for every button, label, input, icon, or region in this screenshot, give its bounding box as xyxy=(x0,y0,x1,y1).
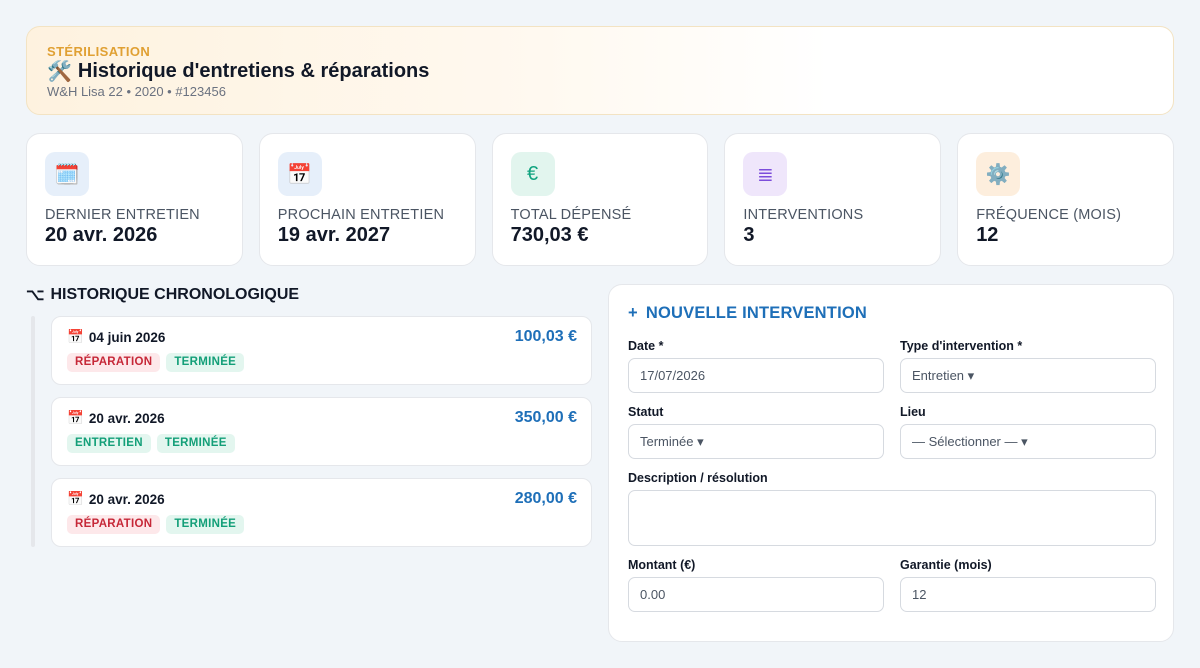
amount-label: Montant (€) xyxy=(628,558,696,572)
entry-date: 📅 20 avr. 2026 xyxy=(67,410,165,426)
kpi-label: DERNIER ENTRETIEN xyxy=(45,207,200,223)
type-label: Type d'intervention * xyxy=(900,339,1023,353)
entry-badges: ENTRETIEN TERMINÉE xyxy=(67,434,235,453)
status-badge: TERMINÉE xyxy=(156,434,235,453)
calendar-icon: 📅 xyxy=(67,410,84,425)
entry-amount: 100,03 € xyxy=(514,328,577,345)
warranty-label: Garantie (mois) xyxy=(900,558,992,572)
tools-icon: 🛠️ xyxy=(47,61,72,83)
type-badge: ENTRETIEN xyxy=(67,434,151,453)
calendar-date-icon: 📅 xyxy=(277,152,322,196)
entry-date-text: 04 juin 2026 xyxy=(88,329,166,345)
status-select[interactable]: Terminée ▾ xyxy=(628,424,884,459)
description-textarea[interactable] xyxy=(628,490,1156,546)
type-select[interactable]: Entretien ▾ xyxy=(900,358,1156,393)
kpi-card-total-spent: € TOTAL DÉPENSÉ 730,03 € xyxy=(491,133,709,266)
timeline-heading-text: HISTORIQUE CHRONOLOGIQUE xyxy=(50,286,300,303)
location-select[interactable]: — Sélectionner — ▾ xyxy=(900,424,1156,459)
kpi-value: 3 xyxy=(743,224,755,246)
kpi-value: 730,03 € xyxy=(510,224,589,246)
status-badge: TERMINÉE xyxy=(166,353,245,372)
form-title-text: NOUVELLE INTERVENTION xyxy=(645,304,868,322)
date-label: Date * xyxy=(628,339,664,353)
amount-input[interactable]: 0.00 xyxy=(628,577,884,612)
plus-icon: + xyxy=(628,304,638,322)
kpi-value: 19 avr. 2027 xyxy=(277,224,391,246)
warranty-input[interactable]: 12 xyxy=(900,577,1156,612)
device-info: W&H Lisa 22 • 2020 • #123456 xyxy=(47,84,226,99)
description-label: Description / résolution xyxy=(628,471,768,485)
entry-badges: RÉPARATION TERMINÉE xyxy=(67,515,245,534)
kpi-value: 12 xyxy=(976,224,999,246)
kpi-label: FRÉQUENCE (MOIS) xyxy=(976,207,1122,223)
euro-icon: € xyxy=(510,152,555,196)
entry-amount: 350,00 € xyxy=(514,409,577,426)
kpi-label: TOTAL DÉPENSÉ xyxy=(510,207,632,223)
kpi-card-last-maintenance: 🗓️ DERNIER ENTRETIEN 20 avr. 2026 xyxy=(26,133,243,266)
timeline-line xyxy=(31,316,35,547)
entry-date: 📅 04 juin 2026 xyxy=(67,329,165,345)
kpi-card-frequency: ⚙️ FRÉQUENCE (MOIS) 12 xyxy=(957,133,1174,266)
timeline-entry[interactable]: 📅 04 juin 2026 100,03 € RÉPARATION TERMI… xyxy=(51,316,592,385)
entry-date: 📅 20 avr. 2026 xyxy=(67,491,165,507)
kpi-label: PROCHAIN ENTRETIEN xyxy=(277,207,445,223)
calendar-icon: 🗓️ xyxy=(45,152,89,196)
list-icon: ≣ xyxy=(743,152,788,196)
timeline-entry[interactable]: 📅 20 avr. 2026 280,00 € RÉPARATION TERMI… xyxy=(51,478,592,547)
entry-date-text: 20 avr. 2026 xyxy=(88,410,165,426)
entry-date-text: 20 avr. 2026 xyxy=(88,491,165,507)
new-intervention-form: + NOUVELLE INTERVENTION Date * 17/07/202… xyxy=(608,284,1174,642)
calendar-icon: 📅 xyxy=(67,329,84,344)
entry-badges: RÉPARATION TERMINÉE xyxy=(67,353,245,372)
status-badge: TERMINÉE xyxy=(166,515,245,534)
type-badge: RÉPARATION xyxy=(67,353,161,372)
entry-amount: 280,00 € xyxy=(514,490,577,507)
calendar-icon: 📅 xyxy=(67,491,84,506)
status-label: Statut xyxy=(628,405,664,419)
page-title: 🛠️ Historique d'entretiens & réparations xyxy=(47,59,429,84)
location-label: Lieu xyxy=(900,405,926,419)
kpi-row: 🗓️ DERNIER ENTRETIEN 20 avr. 2026 📅 PROC… xyxy=(26,133,1174,266)
kpi-card-next-maintenance: 📅 PROCHAIN ENTRETIEN 19 avr. 2027 xyxy=(258,133,476,266)
gear-icon: ⚙️ xyxy=(976,152,1021,196)
form-title: + NOUVELLE INTERVENTION xyxy=(628,304,867,323)
page-title-text: Historique d'entretiens & réparations xyxy=(77,60,430,82)
date-input[interactable]: 17/07/2026 xyxy=(628,358,884,393)
timeline-entry[interactable]: 📅 20 avr. 2026 350,00 € ENTRETIEN TERMIN… xyxy=(51,397,592,466)
category-label: STÉRILISATION xyxy=(47,44,151,59)
kpi-label: INTERVENTIONS xyxy=(743,207,864,223)
timeline-heading: ⌥ HISTORIQUE CHRONOLOGIQUE xyxy=(26,285,299,305)
kpi-value: 20 avr. 2026 xyxy=(45,224,158,246)
type-badge: RÉPARATION xyxy=(67,515,161,534)
page-header: STÉRILISATION 🛠️ Historique d'entretiens… xyxy=(26,26,1174,115)
kpi-card-interventions: ≣ INTERVENTIONS 3 xyxy=(724,133,942,266)
branch-icon: ⌥ xyxy=(26,287,45,304)
